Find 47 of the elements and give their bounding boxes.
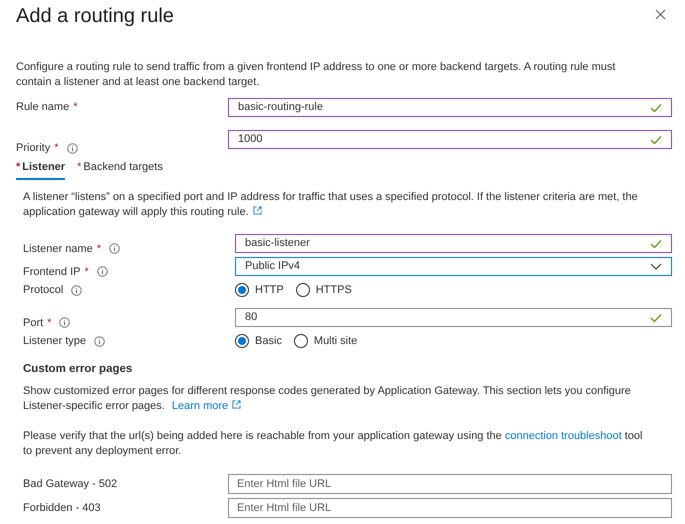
radio-label: Basic (255, 334, 282, 349)
url-field[interactable]: Enter Html file URL (228, 498, 672, 518)
field-label: Frontend IP (23, 264, 80, 280)
required-mark: * (54, 141, 59, 156)
check-icon (650, 134, 662, 144)
required-mark: * (96, 242, 101, 256)
check-icon (650, 102, 662, 112)
radio-button[interactable] (294, 334, 308, 348)
section-heading: Custom error pages (23, 362, 134, 377)
required-mark: * (73, 100, 78, 116)
field-label: Rule name (16, 100, 70, 116)
panel-title: Add a routing rule (16, 4, 174, 29)
field-label: Priority (16, 141, 50, 156)
check-icon (650, 312, 662, 322)
field-label: Forbidden - 403 (23, 501, 102, 516)
text-field[interactable]: 80 (235, 308, 672, 327)
text-field[interactable]: 1000 (228, 130, 672, 149)
tab[interactable]: * Listener (16, 158, 66, 180)
troubleshoot-link[interactable]: connection troubleshoot (504, 430, 622, 442)
field-label: Bad Gateway - 502 (23, 477, 118, 492)
verify-text: Please verify that the url(s) being added here is reachable from your application gateway using the connection troubleshoot tool to prevent any deployment error. (23, 429, 644, 460)
radio-label: HTTPS (316, 282, 352, 298)
error-pages-description: Show customized error pages for different response codes generated by Application Gateway. This section lets you configure Listener-specific error pages. Learn more (23, 384, 632, 414)
field-label: Listener name (23, 242, 93, 256)
field-label: Port (23, 316, 44, 330)
tab[interactable]: * Backend targets (77, 158, 163, 180)
listener-description: A listener “listens” on a specified port and IP address for traffic that uses a specified protocol. If the listener criteria are met, the application gateway will apply this routing rule. (23, 190, 639, 220)
field-label: Protocol (23, 282, 64, 298)
radio-label: Multi site (314, 334, 358, 349)
radio-label: HTTP (255, 282, 284, 298)
url-field[interactable]: Enter Html file URL (228, 474, 672, 494)
close-icon[interactable] (655, 9, 666, 20)
field-label: Listener type (23, 334, 86, 349)
intro-text: Configure a routing rule to send traffic from a given frontend IP address to one or more backend targets. A routing rule must contain a listener and at least one backend target. (16, 60, 616, 90)
external-link-icon (232, 400, 242, 410)
dropdown-field[interactable]: Public IPv4 (235, 257, 672, 276)
text-field[interactable]: basic-listener (235, 234, 672, 253)
radio-button[interactable] (235, 334, 249, 348)
chevron-down-icon (650, 263, 662, 270)
required-mark: * (47, 316, 52, 330)
radio-button[interactable] (235, 283, 249, 297)
text-field[interactable]: basic-routing-rule (228, 98, 672, 117)
learn-more-link[interactable]: Learn more (172, 400, 242, 412)
check-icon (650, 238, 662, 248)
required-mark: * (84, 264, 89, 280)
radio-button[interactable] (296, 283, 310, 297)
external-link-icon (252, 206, 262, 215)
